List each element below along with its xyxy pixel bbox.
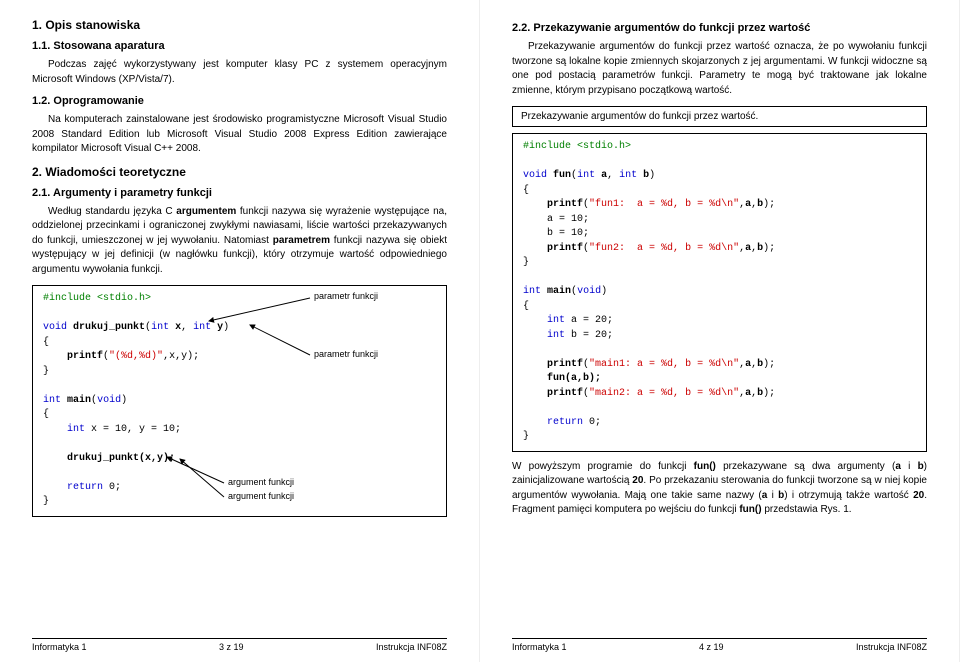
heading-1-2: 1.2. Oprogramowanie [32,95,447,107]
para-2-1: Według standardu języka C argumentem fun… [32,205,447,278]
footer-right-page: Informatyka 1 4 z 19 Instrukcja INF08Z [512,638,927,652]
para-after-code: W powyższym programie do funkcji fun() p… [512,460,927,518]
para-1-1: Podczas zajęć wykorzystywany jest komput… [32,58,447,87]
footer-mid-text-r: 4 z 19 [699,642,724,652]
frame-title: Przekazywanie argumentów do funkcji prze… [512,106,927,127]
para-1-2: Na komputerach zainstalowane jest środow… [32,113,447,157]
footer-right-text: Instrukcja INF08Z [376,642,447,652]
code-block-1-wrapper: #include <stdio.h> void drukuj_punkt(int… [32,285,447,517]
heading-2: 2. Wiadomości teoretyczne [32,165,447,179]
code-block-2: #include <stdio.h> void fun(int a, int b… [512,133,927,452]
label-param-1: parametr funkcji [314,291,378,301]
label-arg-2: argument funkcji [228,491,294,501]
footer-left: Informatyka 1 3 z 19 Instrukcja INF08Z [32,638,447,652]
footer-left-text: Informatyka 1 [32,642,87,652]
heading-1-1: 1.1. Stosowana aparatura [32,40,447,52]
footer-left-text-r: Informatyka 1 [512,642,567,652]
heading-2-1: 2.1. Argumenty i parametry funkcji [32,187,447,199]
heading-2-2: 2.2. Przekazywanie argumentów do funkcji… [512,22,927,34]
para-2-2: Przekazywanie argumentów do funkcji prze… [512,40,927,98]
label-param-2: parametr funkcji [314,349,378,359]
heading-1: 1. Opis stanowiska [32,18,447,32]
page-right: 2.2. Przekazywanie argumentów do funkcji… [480,0,960,662]
page-left: 1. Opis stanowiska 1.1. Stosowana aparat… [0,0,480,662]
footer-mid-text: 3 z 19 [219,642,244,652]
footer-right-text-r: Instrukcja INF08Z [856,642,927,652]
label-arg-1: argument funkcji [228,477,294,487]
